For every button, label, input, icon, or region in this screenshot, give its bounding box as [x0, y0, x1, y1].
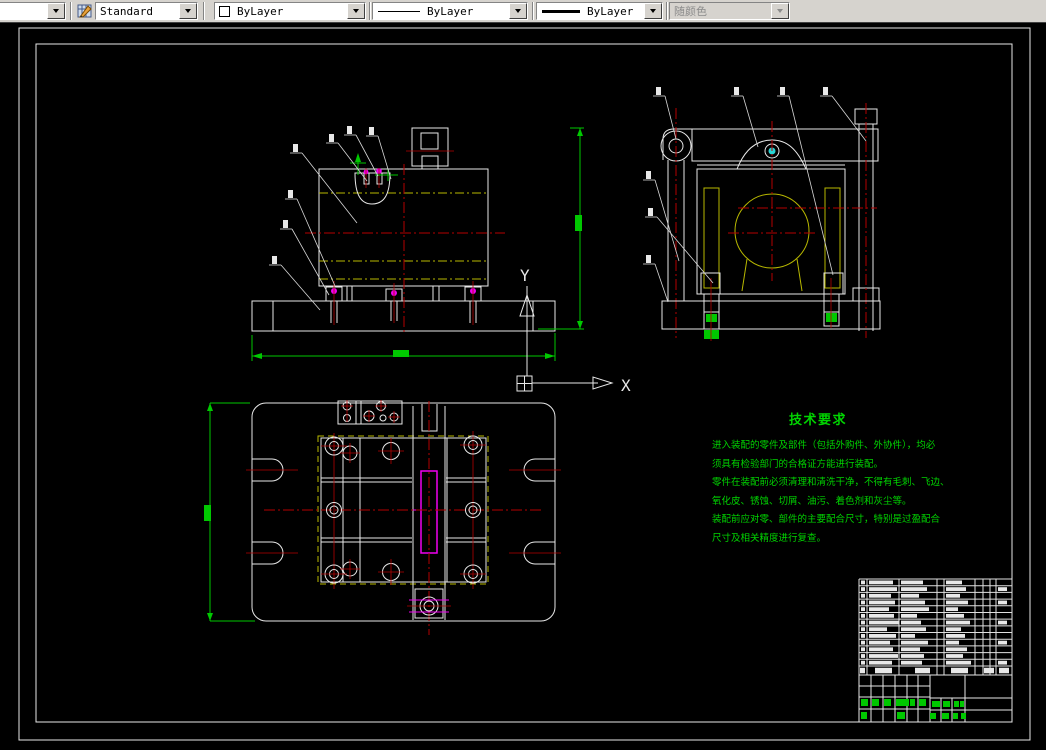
tech-requirements-line: 进入装配的零件及部件（包括外购件、外协件），均必 — [712, 439, 936, 451]
tech-requirements-title: 技术要求 — [789, 412, 847, 427]
dimension-text — [393, 350, 409, 357]
layer-combo[interactable] — [0, 2, 66, 20]
bom-table — [858, 578, 1013, 675]
plan-top-section — [337, 400, 403, 425]
plot-style-combo: 随颜色 — [669, 2, 790, 20]
front-view — [251, 126, 584, 361]
drawing-canvas[interactable]: Y X 技术要求 进入装配的零件及部件（包括外购件、外协件），均必 须具有检验部… — [0, 23, 1046, 745]
tech-requirements-line: 装配前应对零、部件的主要配合尺寸，特别是过盈配合 — [712, 513, 941, 525]
ucs-x-label: X — [621, 376, 631, 395]
side-view — [643, 87, 881, 341]
dimension-text — [575, 215, 582, 231]
color-combo[interactable]: ByLayer — [214, 2, 366, 20]
linetype-value: ByLayer — [427, 4, 474, 18]
toolbar-separator — [532, 2, 534, 20]
tech-requirements-line: 氧化皮、锈蚀、切屑、油污、着色剂和灰尘等。 — [712, 495, 912, 507]
text-style-icon — [77, 4, 92, 18]
tech-requirements-line: 零件在装配前必须清理和清洗干净，不得有毛刺、飞边、 — [712, 476, 950, 488]
snap-markers — [350, 153, 398, 181]
linetype-combo[interactable]: ByLayer — [372, 2, 528, 20]
chevron-down-icon[interactable] — [509, 3, 527, 19]
cad-drawing: Y X 技术要求 进入装配的零件及部件（包括外购件、外协件），均必 须具有检验部… — [18, 27, 1031, 741]
tech-requirements-line: 须具有检验部门的合格证方能进行装配。 — [712, 458, 883, 470]
color-value: ByLayer — [237, 4, 284, 18]
application-window: Standard ByLayer ByLayer ByLayer 随颜色 Y X… — [0, 0, 1046, 745]
chevron-down-icon[interactable] — [347, 3, 365, 19]
properties-toolbar: Standard ByLayer ByLayer ByLayer 随颜色 — [0, 0, 1046, 23]
front-view-leaders — [269, 126, 392, 311]
toolbar-separator — [70, 2, 72, 20]
tech-requirements-line: 尺寸及相关精度进行复查。 — [712, 532, 826, 544]
plan-view — [204, 400, 561, 635]
color-swatch — [219, 5, 230, 17]
toolbar-separator — [369, 2, 371, 20]
chevron-down-icon[interactable] — [644, 3, 662, 19]
ucs-y-label: Y — [520, 266, 530, 285]
technical-requirements: 技术要求 进入装配的零件及部件（包括外购件、外协件），均必 须具有检验部门的合格… — [712, 412, 950, 544]
chevron-down-icon[interactable] — [47, 3, 65, 19]
lineweight-glyph — [542, 9, 580, 13]
text-style-button[interactable] — [73, 1, 97, 21]
title-block — [858, 674, 1013, 723]
text-style-combo[interactable]: Standard — [95, 2, 198, 20]
lineweight-combo[interactable]: ByLayer — [536, 2, 663, 20]
toolbar-separator — [203, 2, 205, 20]
dimension-text — [204, 505, 211, 521]
plan-view-dimension — [204, 402, 255, 622]
chevron-down-icon[interactable] — [179, 3, 197, 19]
plot-style-value: 随颜色 — [674, 5, 707, 18]
text-style-value: Standard — [100, 4, 153, 18]
lineweight-value: ByLayer — [587, 4, 634, 18]
front-view-dimensions — [251, 127, 584, 361]
toolbar-separator — [666, 2, 668, 20]
chevron-down-icon — [771, 3, 789, 19]
linetype-glyph — [378, 10, 420, 12]
